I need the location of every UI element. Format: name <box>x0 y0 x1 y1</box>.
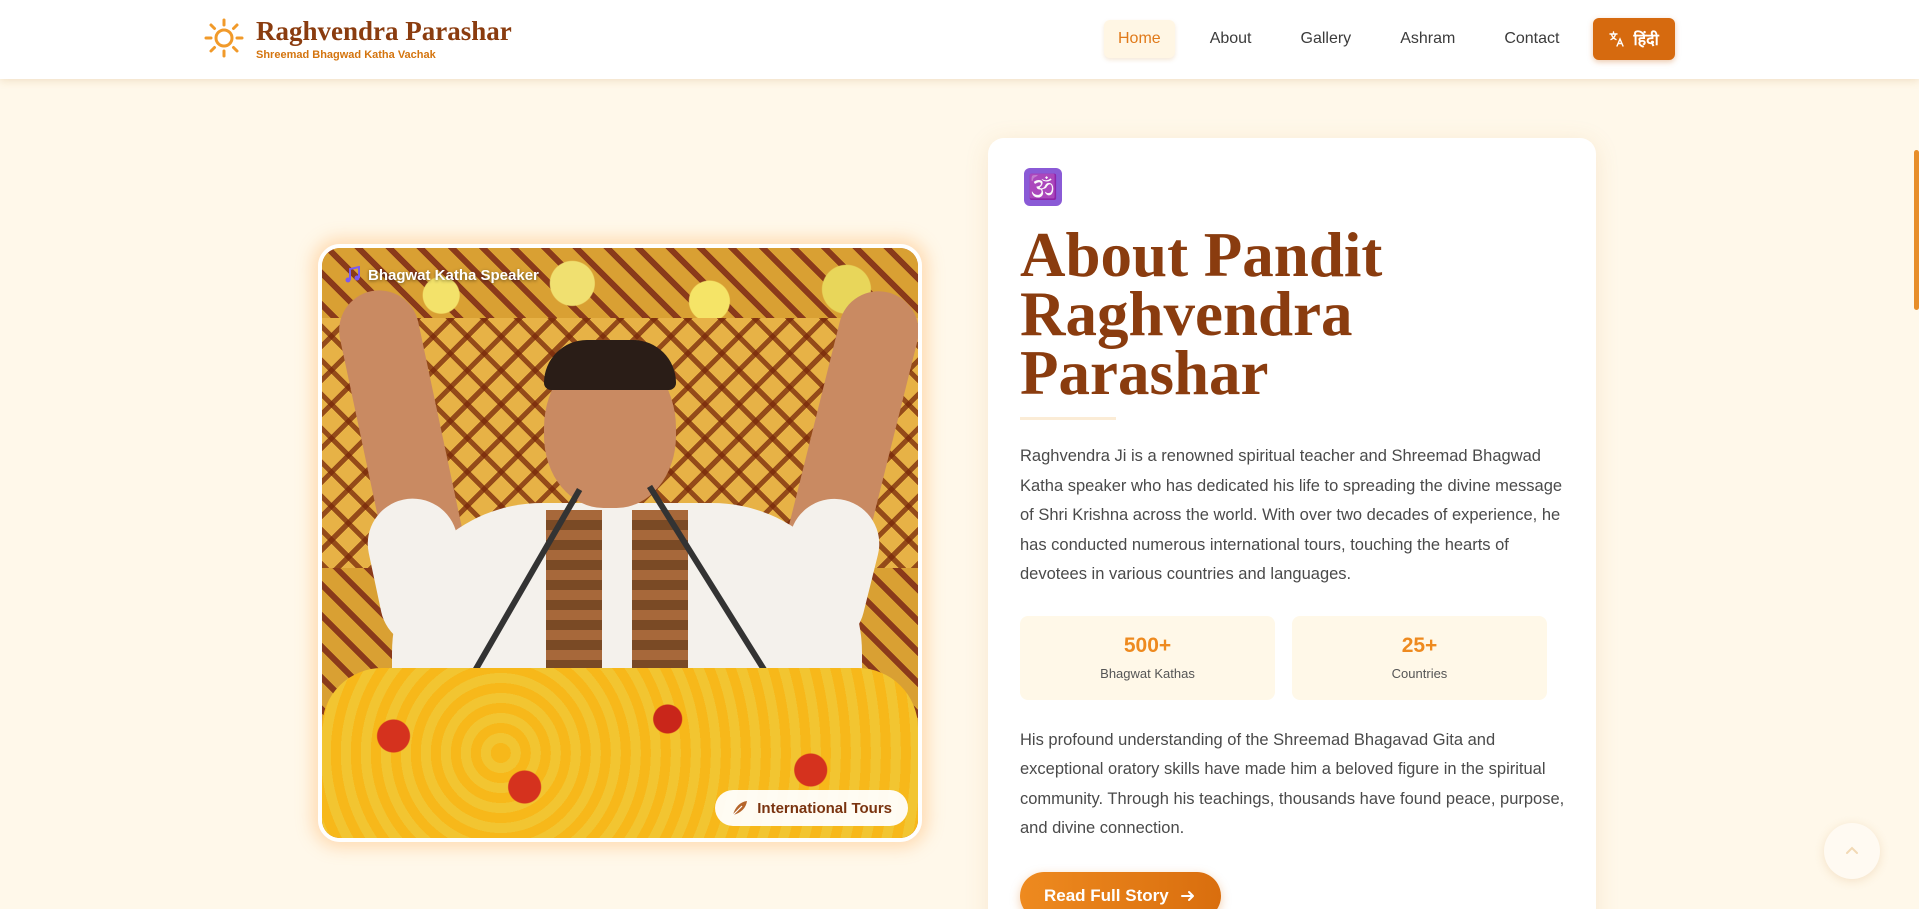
about-paragraph-1: Raghvendra Ji is a renowned spiritual te… <box>1020 447 1563 583</box>
nav-home[interactable]: Home <box>1104 20 1175 58</box>
stat-label: Bhagwat Kathas <box>1100 665 1195 681</box>
photo-person-hair <box>544 340 676 390</box>
scrollbar-thumb[interactable] <box>1914 150 1919 310</box>
music-note-icon <box>345 266 360 283</box>
nav-contact[interactable]: Contact <box>1490 20 1573 58</box>
brand[interactable]: Raghvendra Parashar Shreemad Bhagwad Kat… <box>204 16 512 61</box>
speaker-badge-label: Bhagwat Katha Speaker <box>368 266 539 284</box>
language-toggle-label: हिंदी <box>1633 32 1659 49</box>
about-title: About Pandit Raghvendra Parashar <box>1020 220 1383 408</box>
about-paragraph-2: His profound understanding of the Shreem… <box>1020 730 1565 838</box>
speaker-badge: Bhagwat Katha Speaker <box>344 266 539 284</box>
title-underline <box>1020 417 1116 420</box>
site-header: Raghvendra Parashar Shreemad Bhagwad Kat… <box>0 0 1919 79</box>
brand-text: Raghvendra Parashar Shreemad Bhagwad Kat… <box>256 16 512 61</box>
stat-label: Countries <box>1391 665 1448 681</box>
scroll-to-top-button[interactable] <box>1824 823 1880 879</box>
nav-ashram[interactable]: Ashram <box>1386 20 1469 58</box>
brand-subtitle: Shreemad Bhagwad Katha Vachak <box>256 49 436 61</box>
tours-badge-label: International Tours <box>757 799 892 817</box>
read-full-story-label: Read Full Story <box>1044 885 1169 905</box>
chevron-up-icon <box>1846 846 1858 854</box>
sun-icon <box>204 18 244 58</box>
arrow-right-icon <box>1180 890 1194 901</box>
stat-value: 25+ <box>1401 633 1438 657</box>
stats-row: 500+ Bhagwat Kathas 25+ Countries <box>1020 615 1564 700</box>
speaker-photo-card: Bhagwat Katha Speaker International Tour… <box>318 244 922 842</box>
stat-countries: 25+ Countries <box>1292 615 1547 700</box>
read-full-story-button[interactable]: Read Full Story <box>1020 871 1221 909</box>
main-nav: Home About Gallery Ashram Contact हिंदी <box>1104 18 1675 60</box>
nav-gallery[interactable]: Gallery <box>1287 20 1366 58</box>
stat-value: 500+ <box>1123 633 1172 657</box>
brand-title: Raghvendra Parashar <box>256 16 512 46</box>
language-toggle-button[interactable]: हिंदी <box>1593 18 1675 60</box>
om-icon: 🕉️ <box>1024 168 1062 206</box>
translate-icon <box>1609 31 1625 47</box>
tours-badge: International Tours <box>715 790 908 826</box>
nav-about[interactable]: About <box>1196 20 1266 58</box>
stat-kathas: 500+ Bhagwat Kathas <box>1020 615 1275 700</box>
about-card: 🕉️ About Pandit Raghvendra Parashar Ragh… <box>988 138 1596 909</box>
leaf-icon <box>732 801 748 816</box>
